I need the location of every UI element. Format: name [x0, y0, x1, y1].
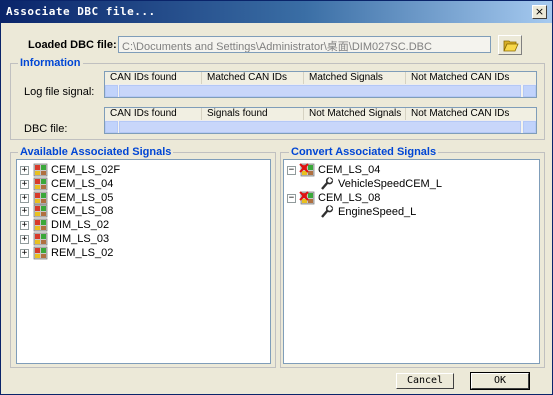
information-title: Information — [18, 57, 83, 69]
available-signal-item[interactable]: + CEM_LS_04 — [17, 177, 270, 191]
expand-icon[interactable]: + — [20, 179, 29, 189]
available-signal-item-label: DIM_LS_02 — [51, 219, 110, 232]
available-signal-item[interactable]: + CEM_LS_05 — [17, 191, 270, 205]
convert-signal-item[interactable]: EngineSpeed_L — [284, 205, 539, 219]
can-message-icon — [33, 163, 48, 177]
convert-signal-item-label: EngineSpeed_L — [338, 206, 417, 218]
available-signal-item-label: REM_LS_02 — [51, 246, 114, 259]
title-bar[interactable]: Associate DBC file... × — [1, 1, 552, 23]
convert-signal-item-label: VehicleSpeedCEM_L — [338, 178, 442, 190]
expand-icon[interactable]: + — [20, 221, 29, 231]
can-message-icon — [33, 232, 48, 246]
window-title: Associate DBC file... — [6, 5, 156, 18]
removed-message-icon — [299, 163, 315, 177]
can-message-icon — [33, 191, 48, 204]
convert-signals-title: Convert Associated Signals — [289, 146, 439, 158]
available-signal-item-label: CEM_LS_04 — [51, 177, 114, 190]
dbc-path-field[interactable]: C:\Documents and Settings\Administrator\… — [118, 36, 491, 53]
expand-icon[interactable]: + — [20, 193, 29, 203]
collapse-icon[interactable]: − — [287, 166, 296, 175]
associate-dbc-dialog: Associate DBC file... × Loaded DBC file:… — [0, 0, 553, 395]
can-message-icon — [33, 204, 48, 218]
available-signal-item[interactable]: + REM_LS_02 — [17, 246, 270, 260]
can-message-icon — [33, 177, 48, 191]
wrench-signal-icon — [321, 205, 334, 218]
ok-button[interactable]: OK — [471, 373, 529, 389]
expand-icon[interactable]: + — [20, 235, 29, 244]
convert-group-item[interactable]: − CEM_LS_08 — [284, 191, 539, 205]
dbc-list-hscrollbar[interactable] — [105, 120, 536, 133]
scroll-left-icon[interactable] — [105, 121, 118, 133]
dbc-file-label: DBC file: — [24, 123, 68, 135]
removed-message-icon — [299, 191, 315, 205]
scroll-right-icon[interactable] — [523, 121, 536, 133]
available-signal-item[interactable]: + DIM_LS_02 — [17, 218, 270, 232]
dbc-file-list[interactable]: CAN IDs found Signals found Not Matched … — [104, 107, 537, 134]
available-signal-item[interactable]: + CEM_LS_02F — [17, 163, 270, 177]
available-signals-title: Available Associated Signals — [18, 146, 174, 158]
can-message-icon — [33, 246, 48, 260]
convert-group-item-label: CEM_LS_08 — [318, 192, 381, 204]
available-signal-item-label: CEM_LS_02F — [51, 164, 121, 176]
wrench-signal-icon — [321, 177, 334, 190]
can-message-icon — [33, 218, 48, 232]
available-signals-tree[interactable]: + CEM_LS_02F + CEM_LS_04 + CEM_LS_05 + CEM_LS_0… — [16, 159, 271, 364]
scroll-thumb[interactable] — [119, 121, 521, 133]
collapse-icon[interactable]: − — [287, 194, 296, 203]
log-file-signal-label: Log file signal: — [24, 86, 95, 98]
log-file-signal-list[interactable]: CAN IDs found Matched CAN IDs Matched Si… — [104, 71, 537, 98]
expand-icon[interactable]: + — [20, 248, 29, 258]
convert-signal-item[interactable]: VehicleSpeedCEM_L — [284, 177, 539, 191]
available-signal-item-label: CEM_LS_08 — [51, 205, 114, 218]
browse-dbc-button[interactable] — [498, 35, 522, 55]
expand-icon[interactable]: + — [20, 207, 29, 217]
available-signal-item[interactable]: + DIM_LS_03 — [17, 232, 270, 246]
cancel-button[interactable]: Cancel — [396, 373, 454, 389]
convert-group-item-label: CEM_LS_04 — [318, 164, 381, 176]
convert-group-item[interactable]: − CEM_LS_04 — [284, 163, 539, 177]
scroll-right-icon[interactable] — [523, 85, 536, 97]
expand-icon[interactable]: + — [20, 166, 29, 175]
scroll-thumb[interactable] — [119, 85, 521, 97]
convert-signals-tree[interactable]: − CEM_LS_04 VehicleSpeedCEM_L − CEM_LS_08 Eng… — [283, 159, 540, 364]
available-signal-item[interactable]: + CEM_LS_08 — [17, 204, 270, 218]
available-signal-item-label: DIM_LS_03 — [51, 233, 110, 245]
loaded-dbc-label: Loaded DBC file: — [28, 39, 117, 51]
log-list-hscrollbar[interactable] — [105, 84, 536, 97]
folder-open-icon — [503, 40, 519, 52]
close-button[interactable]: × — [532, 5, 547, 19]
scroll-left-icon[interactable] — [105, 85, 118, 97]
available-signal-item-label: CEM_LS_05 — [51, 191, 114, 204]
